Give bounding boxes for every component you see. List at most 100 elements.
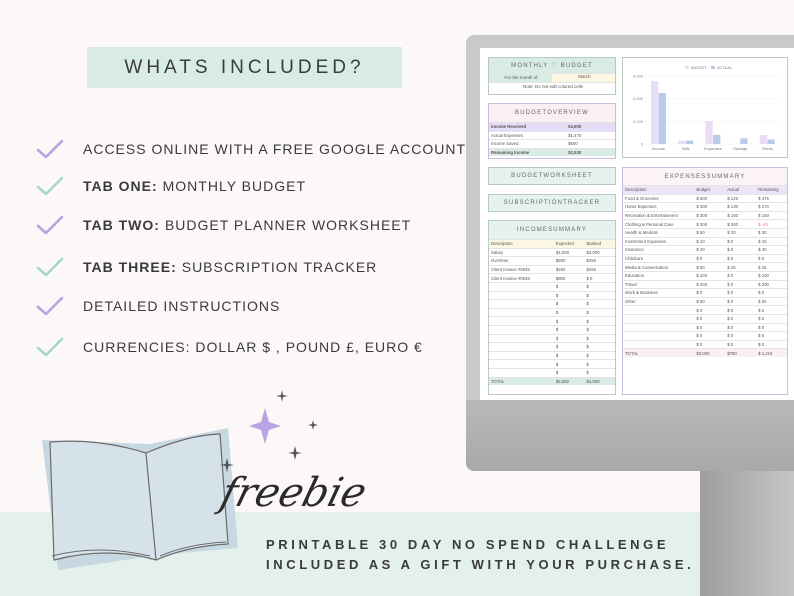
table-cell[interactable]: Actual Expenses (489, 133, 566, 138)
table-cell[interactable]: $ 0 (694, 342, 725, 347)
table-cell[interactable]: $ (554, 319, 585, 324)
table-cell[interactable]: $ (554, 344, 585, 349)
table-cell[interactable]: $ 0 (725, 273, 756, 278)
table-cell[interactable]: Insurance (623, 247, 694, 252)
table-cell[interactable]: $500 (566, 141, 615, 146)
table-cell[interactable]: $ 10 (756, 239, 787, 244)
table-cell[interactable]: $ (554, 284, 585, 289)
table-cell[interactable]: $ 0 (694, 256, 725, 261)
table-cell[interactable]: Recreation & Entertainment (623, 213, 694, 218)
table-cell[interactable]: $ 0 (725, 342, 756, 347)
table-cell[interactable]: $ 0 (756, 316, 787, 321)
table-cell[interactable]: $ 100 (756, 273, 787, 278)
table-cell[interactable]: Income Received (489, 124, 566, 129)
table-cell[interactable]: $ 0 (725, 333, 756, 338)
table-cell[interactable]: $ 0 (725, 325, 756, 330)
table-cell[interactable]: $250 (584, 267, 615, 272)
table-cell[interactable]: $ 0 (694, 333, 725, 338)
table-cell[interactable]: $ (554, 310, 585, 315)
table-cell[interactable]: Home Expenses (623, 204, 694, 209)
table-cell[interactable]: $ 0 (756, 325, 787, 330)
table-cell[interactable]: Work & Business (623, 290, 694, 295)
table-cell[interactable]: $ 0 (756, 333, 787, 338)
table-cell[interactable]: $ (584, 344, 615, 349)
table-cell[interactable]: Client Invoice #0046 (489, 276, 554, 281)
table-cell[interactable]: $4,000 (584, 250, 615, 255)
table-cell[interactable]: $ 40 (756, 247, 787, 252)
table-cell[interactable]: Expected (554, 241, 585, 246)
table-cell[interactable]: Income Saved (489, 141, 566, 146)
table-cell[interactable]: $ 0 (756, 342, 787, 347)
table-cell[interactable]: Childcare (623, 256, 694, 261)
table-cell[interactable]: Description (489, 241, 554, 246)
table-cell[interactable]: $ (554, 353, 585, 358)
table-cell[interactable]: $ (554, 370, 585, 375)
table-cell[interactable]: $ (554, 327, 585, 332)
table-cell[interactable]: $ 300 (694, 213, 725, 218)
table-cell[interactable]: Description (623, 187, 694, 192)
table-cell[interactable]: $ 50 (756, 299, 787, 304)
table-cell[interactable]: $ 40 (694, 247, 725, 252)
table-cell[interactable]: $ 0 (694, 325, 725, 330)
budget-worksheet-button[interactable]: BUDGETWORKSHEET (488, 167, 616, 185)
table-cell[interactable]: $ 50 (694, 230, 725, 235)
table-cell[interactable]: $ 20 (725, 230, 756, 235)
table-cell[interactable]: $ 0 (694, 290, 725, 295)
table-cell[interactable]: $ 50 (694, 299, 725, 304)
table-cell[interactable]: $800 (554, 276, 585, 281)
table-cell[interactable]: $ 150 (756, 213, 787, 218)
table-cell[interactable]: $ 1,210 (756, 351, 787, 356)
table-cell[interactable]: $ 0 (725, 239, 756, 244)
table-cell[interactable]: $ (554, 336, 585, 341)
table-cell[interactable]: $250 (554, 267, 585, 272)
table-cell[interactable]: $ 0 (725, 290, 756, 295)
table-cell[interactable]: $ (584, 370, 615, 375)
table-cell[interactable]: $4,000 (554, 250, 585, 255)
month-input[interactable]: March (552, 74, 615, 82)
table-cell[interactable]: Other (623, 299, 694, 304)
table-cell[interactable]: Budget (694, 187, 725, 192)
table-cell[interactable]: $ (584, 327, 615, 332)
table-cell[interactable]: Remaining Income (489, 150, 566, 155)
table-cell[interactable]: $ 0 (725, 316, 756, 321)
table-cell[interactable]: $ 475 (756, 196, 787, 201)
table-cell[interactable]: $ 0 (725, 299, 756, 304)
table-cell[interactable]: $ 200 (756, 282, 787, 287)
table-cell[interactable]: $ 10 (694, 239, 725, 244)
table-cell[interactable]: $ (584, 353, 615, 358)
table-cell[interactable]: $ (554, 293, 585, 298)
table-cell[interactable]: $4,500 (584, 379, 615, 384)
table-cell[interactable]: $ 25 (725, 265, 756, 270)
table-cell[interactable]: Food & Groceries (623, 196, 694, 201)
table-cell[interactable]: Overtime (489, 258, 554, 263)
table-cell[interactable]: $ 0 (756, 256, 787, 261)
table-cell[interactable]: $ 0 (584, 276, 615, 281)
table-cell[interactable]: $500 (554, 258, 585, 263)
table-cell[interactable]: $ (584, 319, 615, 324)
table-cell[interactable]: $ 25 (756, 265, 787, 270)
table-cell[interactable]: $ 0 (756, 308, 787, 313)
table-cell[interactable]: Banked (584, 241, 615, 246)
table-cell[interactable]: $790 (725, 351, 756, 356)
table-cell[interactable]: $ 0 (694, 308, 725, 313)
table-cell[interactable]: $ 130 (725, 204, 756, 209)
table-cell[interactable]: $ (584, 336, 615, 341)
table-cell[interactable]: Health & Medical (623, 230, 694, 235)
table-cell[interactable]: $ 300 (694, 204, 725, 209)
table-cell[interactable]: $ 170 (756, 204, 787, 209)
table-cell[interactable]: TOTAL (489, 379, 554, 384)
table-cell[interactable]: TOTAL (623, 351, 694, 356)
table-cell[interactable]: Investment Expenses (623, 239, 694, 244)
table-cell[interactable]: Salary (489, 250, 554, 255)
table-cell[interactable]: Education (623, 273, 694, 278)
table-cell[interactable]: $ 50 (694, 265, 725, 270)
table-cell[interactable]: $ 0 (725, 282, 756, 287)
table-cell[interactable]: $ 0 (725, 308, 756, 313)
table-cell[interactable]: Travel (623, 282, 694, 287)
table-cell[interactable]: $ 600 (694, 196, 725, 201)
table-cell[interactable]: $ -40 (756, 222, 787, 227)
table-cell[interactable]: $ (584, 301, 615, 306)
table-cell[interactable]: Client Invoice #0045 (489, 267, 554, 272)
table-cell[interactable]: $1,470 (566, 133, 615, 138)
table-cell[interactable]: $ 340 (725, 222, 756, 227)
